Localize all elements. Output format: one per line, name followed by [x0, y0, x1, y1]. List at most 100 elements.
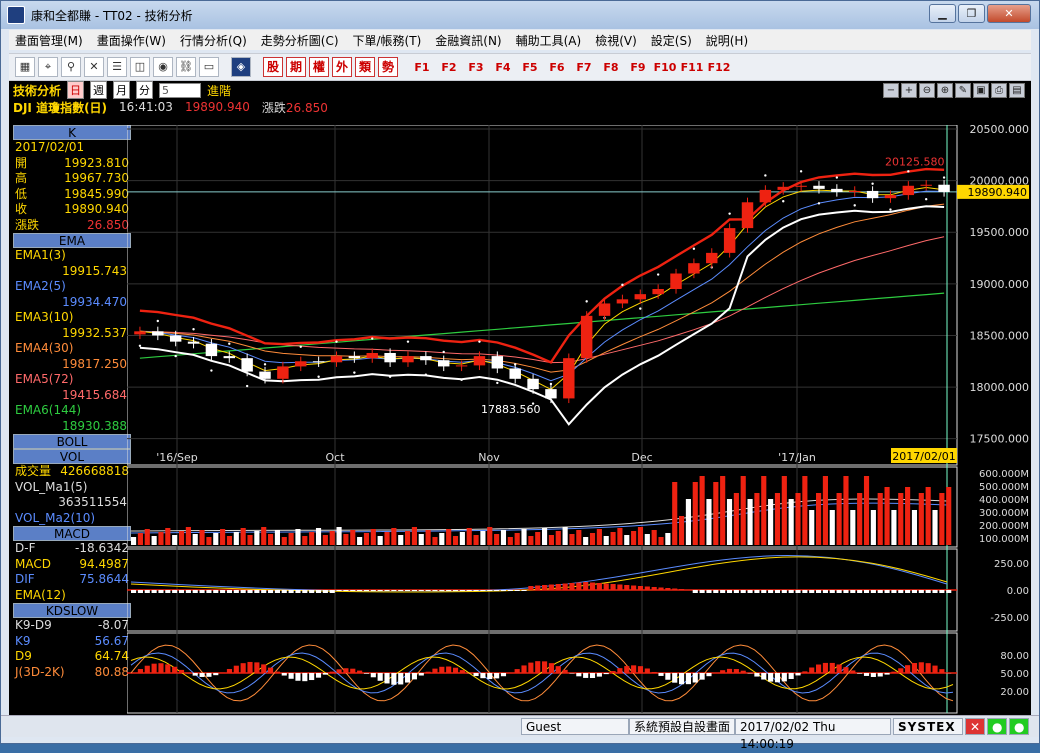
- volume-bar: [432, 537, 437, 545]
- f1-button[interactable]: F1: [410, 61, 434, 74]
- window-icon[interactable]: ▭: [199, 57, 219, 77]
- minus-icon[interactable]: −: [883, 83, 899, 98]
- f5-button[interactable]: F5: [518, 61, 542, 74]
- f3-button[interactable]: F3: [464, 61, 488, 74]
- macd-bar: [878, 590, 883, 593]
- status-brand: SYSTEX: [893, 718, 963, 735]
- chart-type-icon[interactable]: ▦: [15, 57, 35, 77]
- f12-button[interactable]: F12: [707, 61, 731, 74]
- zoom-in-icon[interactable]: ⊕: [937, 83, 953, 98]
- ema-section-header[interactable]: EMA: [13, 233, 131, 248]
- bar-icon[interactable]: ☰: [107, 57, 127, 77]
- macd-section-header[interactable]: MACD: [13, 526, 131, 541]
- status-green-icon[interactable]: ●: [987, 718, 1007, 735]
- menu-screen-ops[interactable]: 畫面操作(W): [97, 32, 166, 49]
- period-select[interactable]: 5: [159, 83, 201, 98]
- macd-bar: [604, 584, 609, 591]
- menu-screen-manage[interactable]: 畫面管理(M): [15, 32, 83, 49]
- f9-button[interactable]: F9: [626, 61, 650, 74]
- menu-view[interactable]: 檢視(V): [595, 32, 637, 49]
- sar-dot: [907, 170, 909, 172]
- menu-quote-analysis[interactable]: 行情分析(Q): [180, 32, 247, 49]
- tab-daily[interactable]: 日: [67, 81, 84, 99]
- f11-button[interactable]: F11: [680, 61, 704, 74]
- print-icon[interactable]: ⎙: [991, 83, 1007, 98]
- k9d9-value: -8.07: [98, 618, 129, 634]
- globe-icon[interactable]: ◉: [153, 57, 173, 77]
- comment-icon[interactable]: ✎: [955, 83, 971, 98]
- trend-button[interactable]: 勢: [378, 57, 398, 77]
- menu-help[interactable]: 說明(H): [706, 32, 748, 49]
- volume-bar: [357, 537, 362, 545]
- sar-dot: [246, 385, 248, 387]
- status-datetime: 2017/02/02 Thu 14:00:19: [735, 718, 891, 735]
- plus-icon[interactable]: +: [901, 83, 917, 98]
- f10-button[interactable]: F10: [653, 61, 677, 74]
- cross-icon[interactable]: ✕: [84, 57, 104, 77]
- close-x-icon[interactable]: ✕: [965, 718, 985, 735]
- kd-bar: [857, 673, 862, 674]
- macd-bar: [398, 590, 403, 591]
- zoom-icon[interactable]: ⚲: [61, 57, 81, 77]
- foreign-button[interactable]: 外: [332, 57, 352, 77]
- f8-button[interactable]: F8: [599, 61, 623, 74]
- kd-bar: [843, 667, 848, 673]
- price-axis-label: 19000.000: [970, 278, 1030, 291]
- kd-bar: [782, 673, 787, 681]
- volume-bars: [131, 476, 951, 545]
- options-button[interactable]: 權: [309, 57, 329, 77]
- macd-bar: [672, 589, 677, 591]
- macd-bar: [364, 590, 369, 591]
- macd-bar: [617, 585, 622, 591]
- stock-button[interactable]: 股: [263, 57, 283, 77]
- split-icon[interactable]: ◫: [130, 57, 150, 77]
- tab-weekly[interactable]: 週: [90, 81, 107, 99]
- category-button[interactable]: 類: [355, 57, 375, 77]
- macd-bar: [912, 590, 917, 593]
- futures-button[interactable]: 期: [286, 57, 306, 77]
- volume-bar: [569, 534, 574, 545]
- logo-icon[interactable]: ◈: [231, 57, 251, 77]
- minimize-button[interactable]: ▁: [929, 4, 956, 23]
- macd-bar: [200, 590, 205, 593]
- candle-body: [724, 228, 735, 253]
- menu-tools[interactable]: 輔助工具(A): [516, 32, 582, 49]
- menu-settings[interactable]: 設定(S): [651, 32, 692, 49]
- status-layout: 系統預設自設畫面: [629, 718, 735, 735]
- restore-button[interactable]: ❐: [958, 4, 985, 23]
- menu-finance-info[interactable]: 金融資訊(N): [435, 32, 501, 49]
- link-icon[interactable]: ⛓: [176, 57, 196, 77]
- macd-bar: [501, 590, 506, 591]
- advanced-button[interactable]: 進階: [207, 82, 231, 99]
- f7-button[interactable]: F7: [572, 61, 596, 74]
- chart-canvas[interactable]: 20500.00020000.00019500.00019000.0001850…: [127, 125, 1031, 715]
- kd-section-header[interactable]: KDSLOW: [13, 603, 131, 618]
- macd-bar: [391, 590, 396, 591]
- folder-icon[interactable]: ▤: [1009, 83, 1025, 98]
- tab-minute[interactable]: 分: [136, 81, 153, 99]
- macd-bar: [576, 583, 581, 591]
- k-section-header[interactable]: K: [13, 125, 131, 140]
- f6-button[interactable]: F6: [545, 61, 569, 74]
- sar-dot: [818, 202, 820, 204]
- f4-button[interactable]: F4: [491, 61, 515, 74]
- menu-orders[interactable]: 下單/帳務(T): [353, 32, 422, 49]
- candle-body: [688, 263, 699, 273]
- close-button[interactable]: ✕: [987, 4, 1031, 23]
- vol-section-header[interactable]: VOL: [13, 449, 131, 464]
- tab-monthly[interactable]: 月: [113, 81, 130, 99]
- menu-trend-chart[interactable]: 走勢分析圖(C): [261, 32, 339, 49]
- zoom-out-icon[interactable]: ⊖: [919, 83, 935, 98]
- f2-button[interactable]: F2: [437, 61, 461, 74]
- volume-bar: [542, 528, 547, 545]
- kd-bar: [761, 673, 766, 680]
- macd-bar: [460, 590, 465, 591]
- boll-section-header[interactable]: BOLL: [13, 434, 131, 449]
- kd-bar: [316, 673, 321, 678]
- save-icon[interactable]: ▣: [973, 83, 989, 98]
- pointer-icon[interactable]: ⌖: [38, 57, 58, 77]
- sar-dot: [889, 208, 891, 210]
- status-ok-icon[interactable]: ●: [1009, 718, 1029, 735]
- ema4-label: EMA4(30): [15, 341, 73, 357]
- price-axis-label: 20500.000: [970, 125, 1030, 136]
